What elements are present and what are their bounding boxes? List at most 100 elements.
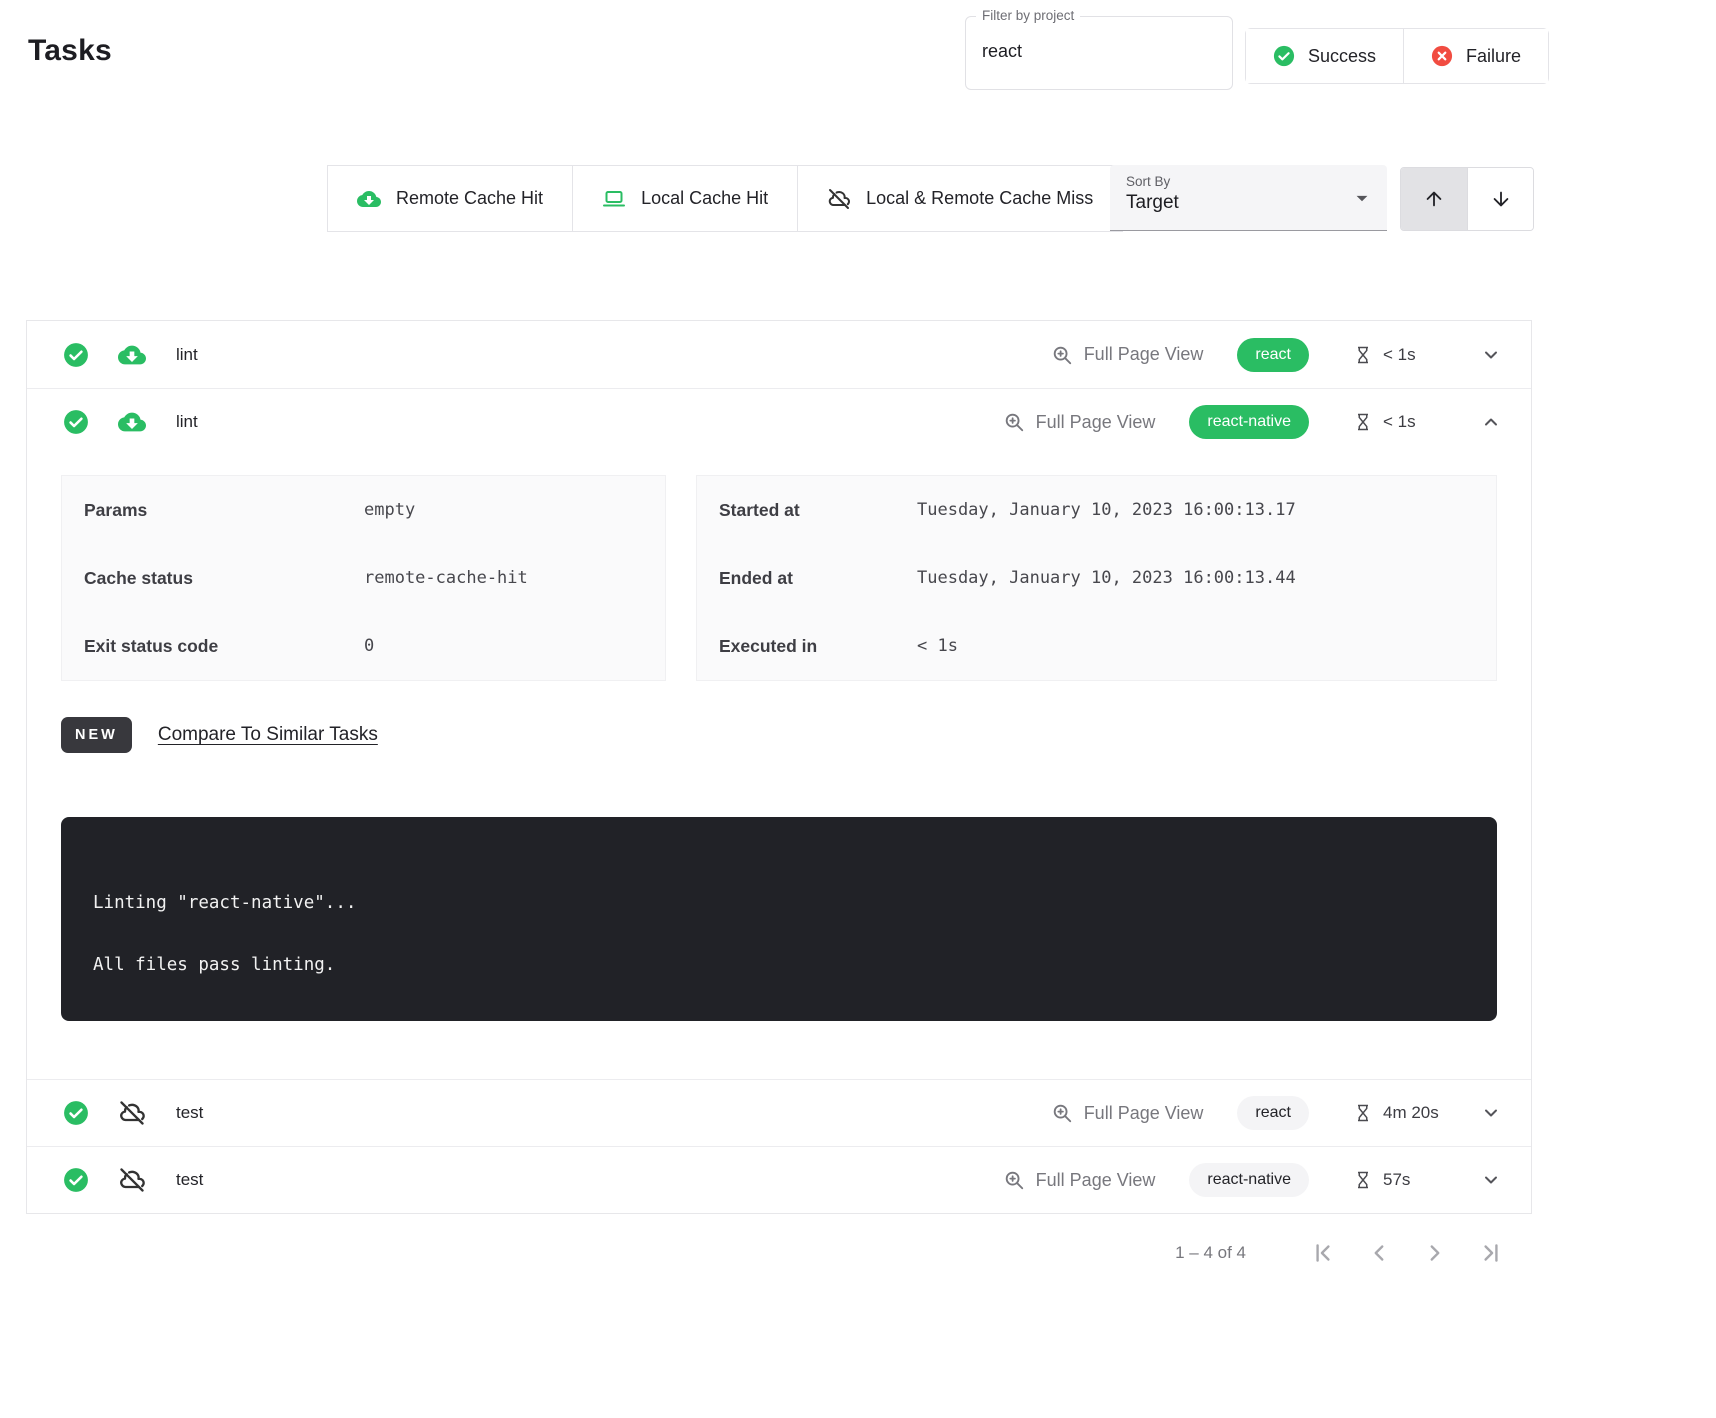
remote-cache-hit-icon <box>118 408 146 436</box>
success-filter-button[interactable]: Success <box>1246 29 1403 83</box>
failure-filter-label: Failure <box>1466 46 1521 67</box>
task-details-panel: Params empty Cache status remote-cache-h… <box>27 455 1531 1079</box>
cache-miss-label: Local & Remote Cache Miss <box>866 188 1093 209</box>
cache-miss-filter-button[interactable]: Local & Remote Cache Miss <box>797 166 1122 231</box>
project-badge: react <box>1237 1096 1309 1130</box>
hourglass-icon <box>1353 1103 1373 1123</box>
sort-by-select[interactable]: Sort By Target <box>1110 165 1387 231</box>
cache-status-value: remote-cache-hit <box>364 568 528 588</box>
task-row-test-react[interactable]: test Full Page View react 4m 20s <box>27 1079 1531 1146</box>
params-label: Params <box>84 500 364 521</box>
full-page-view-button[interactable]: Full Page View <box>1051 1102 1204 1124</box>
executed-in-label: Executed in <box>719 636 917 657</box>
chevron-down-icon[interactable] <box>1481 1170 1501 1190</box>
task-duration: 4m 20s <box>1353 1103 1481 1123</box>
full-page-view-label: Full Page View <box>1036 412 1156 433</box>
chevron-down-icon[interactable] <box>1481 345 1501 365</box>
terminal-output: Linting "react-native"... All files pass… <box>61 817 1497 1021</box>
cache-status-label: Cache status <box>84 568 364 589</box>
terminal-line: All files pass linting. <box>93 955 1465 975</box>
exit-status-code-value: 0 <box>364 636 374 656</box>
ended-at-label: Ended at <box>719 568 917 589</box>
params-value: empty <box>364 500 415 520</box>
first-page-icon[interactable] <box>1310 1240 1336 1266</box>
chevron-up-icon[interactable] <box>1481 412 1501 432</box>
full-page-view-button[interactable]: Full Page View <box>1051 344 1204 366</box>
failure-icon <box>1431 45 1453 67</box>
hourglass-icon <box>1353 345 1373 365</box>
task-duration: < 1s <box>1353 345 1481 365</box>
success-status-icon <box>63 342 89 368</box>
chevron-down-icon <box>1349 185 1375 211</box>
last-page-icon[interactable] <box>1478 1240 1504 1266</box>
project-filter-input[interactable] <box>982 41 1212 62</box>
local-cache-hit-icon <box>602 187 626 211</box>
sort-ascending-button[interactable] <box>1401 168 1467 230</box>
sort-by-value: Target <box>1126 192 1371 214</box>
task-target: lint <box>176 345 198 365</box>
success-filter-label: Success <box>1308 46 1376 67</box>
page-title: Tasks <box>28 34 112 68</box>
status-filter-group: Success Failure <box>1245 28 1549 84</box>
new-badge: NEW <box>61 717 132 753</box>
success-icon <box>1273 45 1295 67</box>
cache-miss-icon <box>118 1166 146 1194</box>
full-page-view-label: Full Page View <box>1084 344 1204 365</box>
task-target: test <box>176 1103 203 1123</box>
started-at-value: Tuesday, January 10, 2023 16:00:13.17 <box>917 500 1296 520</box>
arrow-up-icon <box>1423 188 1445 210</box>
remote-cache-hit-filter-button[interactable]: Remote Cache Hit <box>328 166 572 231</box>
full-page-view-button[interactable]: Full Page View <box>1003 411 1156 433</box>
task-list: lint Full Page View react < 1s lint Full… <box>26 320 1532 1214</box>
task-row-test-react-native[interactable]: test Full Page View react-native 57s <box>27 1146 1531 1213</box>
project-filter-field[interactable]: Filter by project <box>965 16 1233 90</box>
full-page-view-label: Full Page View <box>1036 1170 1156 1191</box>
sort-by-label: Sort By <box>1126 174 1371 189</box>
success-status-icon <box>63 1100 89 1126</box>
compare-to-similar-tasks-link[interactable]: Compare To Similar Tasks <box>158 724 378 746</box>
remote-cache-hit-icon <box>118 341 146 369</box>
task-duration-value: < 1s <box>1383 412 1416 432</box>
hourglass-icon <box>1353 412 1373 432</box>
prev-page-icon[interactable] <box>1366 1240 1392 1266</box>
full-page-view-button[interactable]: Full Page View <box>1003 1169 1156 1191</box>
task-row-lint-react[interactable]: lint Full Page View react < 1s <box>27 321 1531 388</box>
cache-miss-icon <box>118 1099 146 1127</box>
task-duration-value: 4m 20s <box>1383 1103 1439 1123</box>
remote-cache-hit-icon <box>357 187 381 211</box>
task-row-lint-react-native[interactable]: lint Full Page View react-native < 1s <box>27 388 1531 455</box>
project-badge: react-native <box>1189 1163 1309 1197</box>
task-params-card: Params empty Cache status remote-cache-h… <box>61 475 666 681</box>
sort-descending-button[interactable] <box>1467 168 1533 230</box>
cache-miss-icon <box>827 187 851 211</box>
pagination-range-label: 1 – 4 of 4 <box>1175 1243 1246 1263</box>
zoom-in-icon <box>1051 1102 1073 1124</box>
started-at-label: Started at <box>719 500 917 521</box>
remote-cache-hit-label: Remote Cache Hit <box>396 188 543 209</box>
task-duration: < 1s <box>1353 412 1481 432</box>
arrow-down-icon <box>1490 188 1512 210</box>
exit-status-code-label: Exit status code <box>84 636 364 657</box>
local-cache-hit-filter-button[interactable]: Local Cache Hit <box>572 166 797 231</box>
success-status-icon <box>63 1167 89 1193</box>
next-page-icon[interactable] <box>1422 1240 1448 1266</box>
success-status-icon <box>63 409 89 435</box>
chevron-down-icon[interactable] <box>1481 1103 1501 1123</box>
project-badge: react-native <box>1189 405 1309 439</box>
hourglass-icon <box>1353 1170 1373 1190</box>
project-badge: react <box>1237 338 1309 372</box>
task-duration-value: 57s <box>1383 1170 1410 1190</box>
zoom-in-icon <box>1003 1169 1025 1191</box>
zoom-in-icon <box>1003 411 1025 433</box>
toolbar: Remote Cache Hit Local Cache Hit Local &… <box>0 110 1716 245</box>
cache-filter-group: Remote Cache Hit Local Cache Hit Local &… <box>327 165 1123 232</box>
task-duration: 57s <box>1353 1170 1481 1190</box>
full-page-view-label: Full Page View <box>1084 1103 1204 1124</box>
task-target: test <box>176 1170 203 1190</box>
sort-direction-group <box>1400 167 1534 231</box>
task-duration-value: < 1s <box>1383 345 1416 365</box>
task-target: lint <box>176 412 198 432</box>
zoom-in-icon <box>1051 344 1073 366</box>
failure-filter-button[interactable]: Failure <box>1403 29 1548 83</box>
pagination: 1 – 4 of 4 <box>26 1240 1532 1266</box>
